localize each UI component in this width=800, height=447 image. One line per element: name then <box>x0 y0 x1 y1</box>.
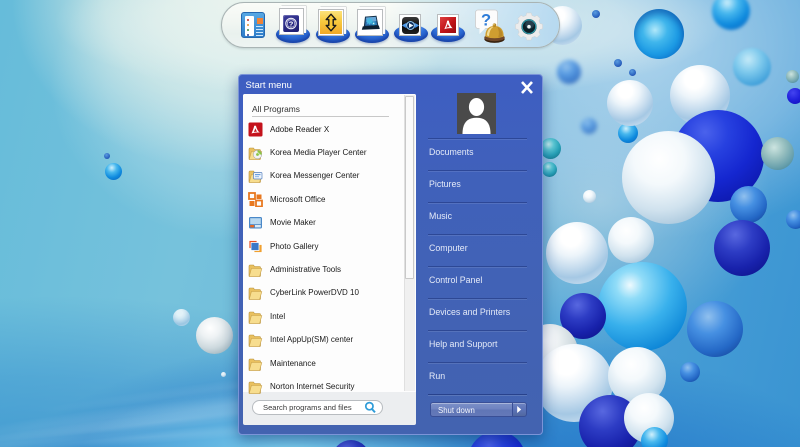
svg-text:?: ? <box>481 12 491 30</box>
svg-text:?: ? <box>289 19 294 28</box>
